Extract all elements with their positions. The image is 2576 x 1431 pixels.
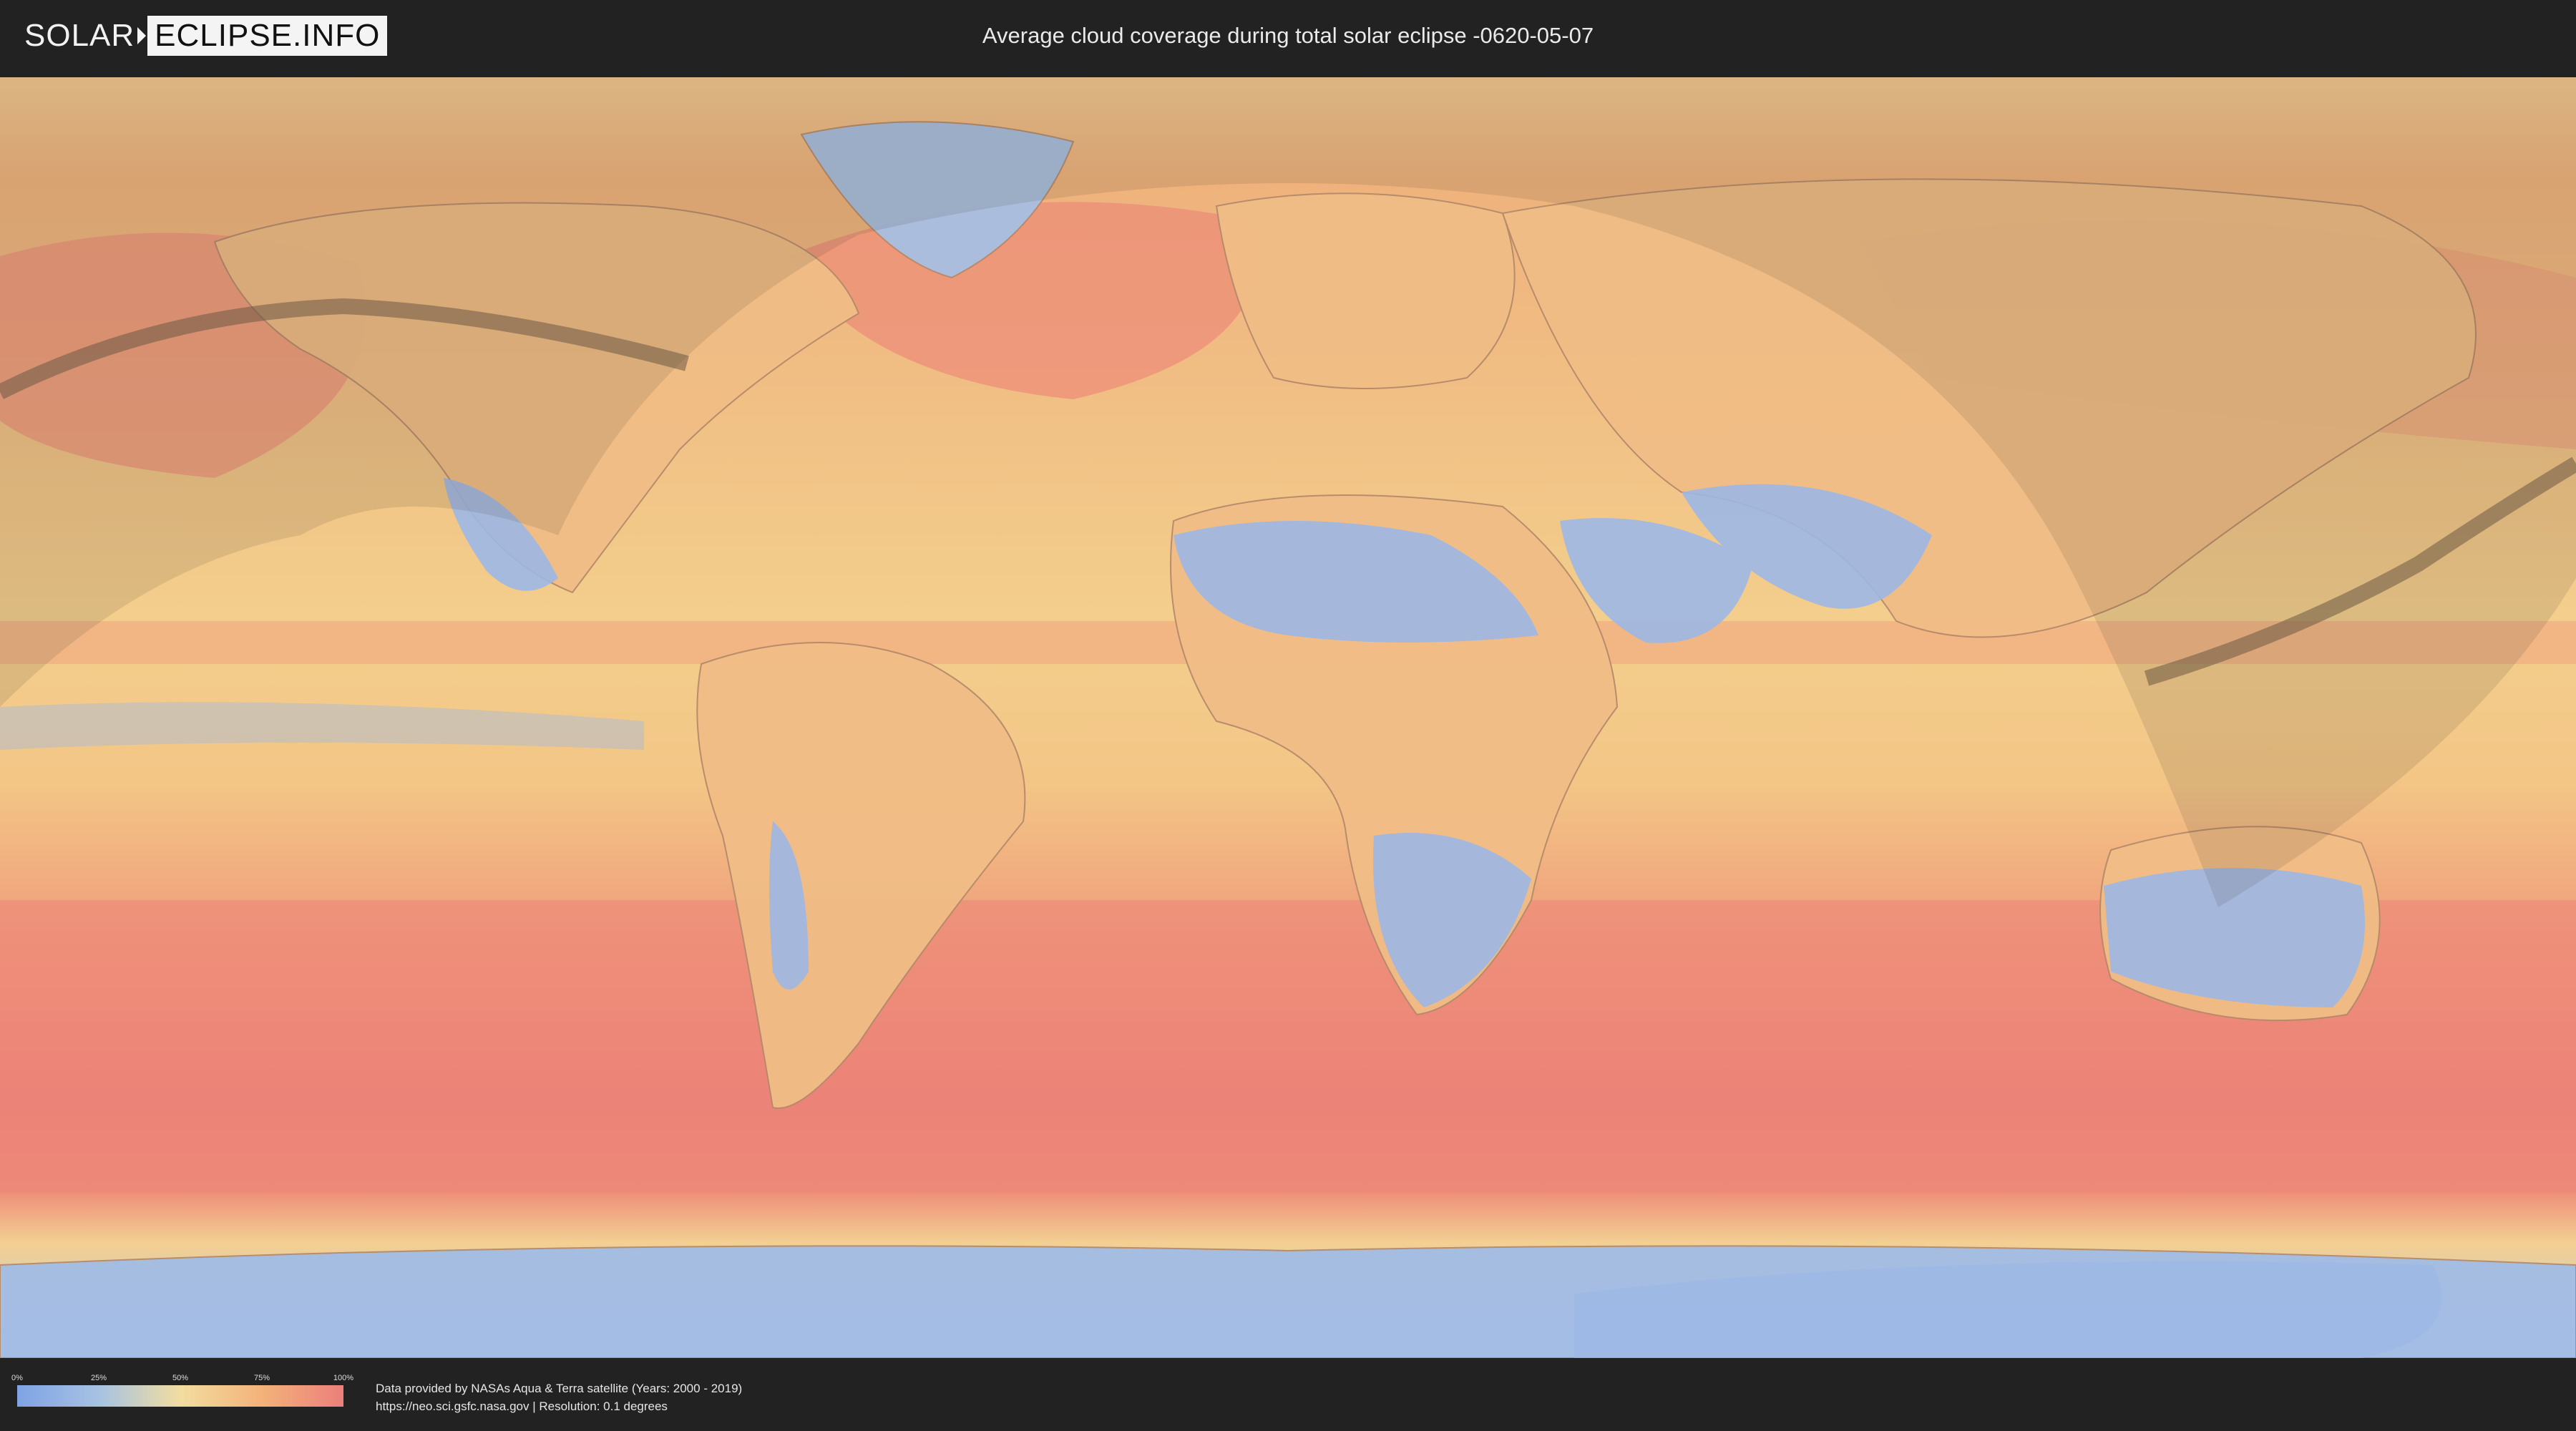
page-title: Average cloud coverage during total sola…	[982, 23, 1594, 48]
legend-tick: 75%	[253, 1374, 270, 1382]
color-legend: 0% 25% 50% 75% 100%	[11, 1374, 353, 1407]
legend-tick: 100%	[333, 1374, 354, 1382]
legend-gradient-bar	[17, 1385, 343, 1407]
legend-tick: 0%	[11, 1374, 23, 1382]
footer-bar: 0% 25% 50% 75% 100% Data provided by NAS…	[0, 1358, 2576, 1431]
data-credit: Data provided by NASAs Aqua & Terra sate…	[376, 1379, 742, 1415]
cloud-coverage-map[interactable]	[0, 77, 2576, 1358]
legend-tick: 25%	[90, 1374, 107, 1382]
header-bar: SOLAR ECLIPSE.INFO Average cloud coverag…	[0, 0, 2576, 72]
legend-tick: 50%	[172, 1374, 189, 1382]
credit-line-1: Data provided by NASAs Aqua & Terra sate…	[376, 1382, 743, 1395]
credit-line-2[interactable]: https://neo.sci.gsfc.nasa.gov | Resoluti…	[376, 1397, 742, 1415]
legend-ticks: 0% 25% 50% 75% 100%	[11, 1374, 353, 1385]
